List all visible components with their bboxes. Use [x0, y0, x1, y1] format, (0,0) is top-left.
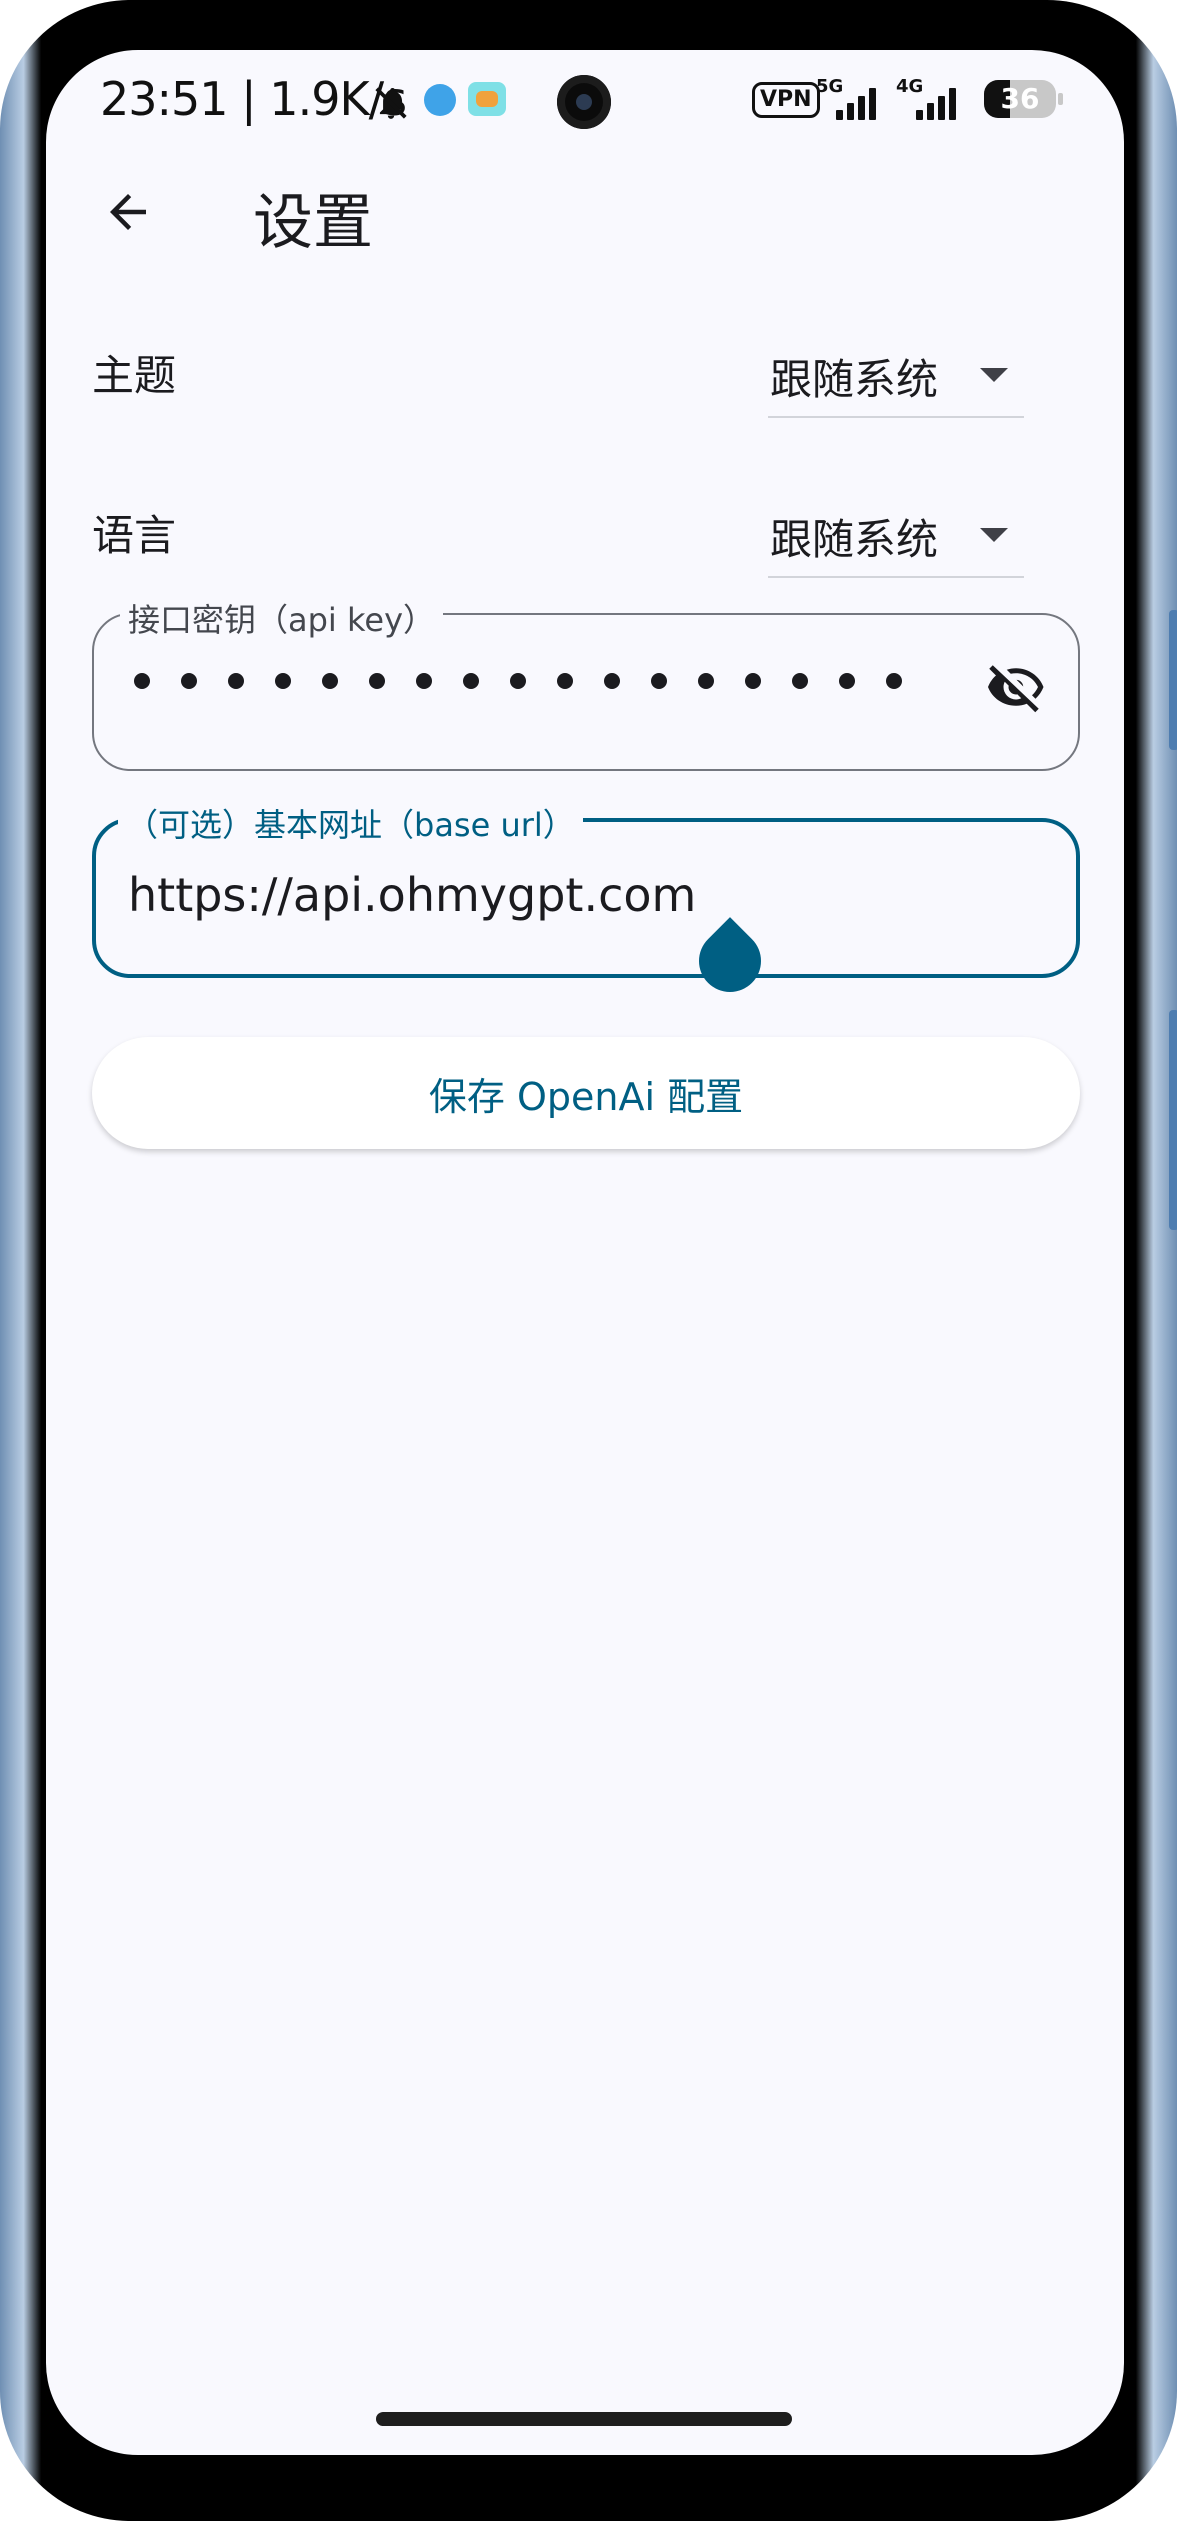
- status-time-speed: 23:51 | 1.9K/s: [100, 72, 407, 126]
- page-title: 设置: [253, 188, 373, 258]
- volume-key: [1169, 610, 1177, 750]
- api-key-masked-value: [134, 673, 902, 689]
- api-key-field-label: 接口密钥（api key）: [120, 595, 444, 641]
- bell-off-icon: [375, 87, 407, 119]
- masked-char-dot: [228, 673, 244, 689]
- signal-bars-1-icon: [836, 86, 876, 120]
- app-notification-icon: [424, 84, 456, 116]
- battery-cap: [1058, 93, 1063, 105]
- theme-label: 主题: [92, 351, 177, 400]
- theme-dropdown[interactable]: 跟随系统: [768, 330, 1024, 418]
- masked-char-dot: [557, 673, 573, 689]
- app-screen: 23:51 | 1.9K/s VPN 5G 4G 36 设置 主题 跟随系统 语…: [46, 50, 1124, 2455]
- masked-char-dot: [839, 673, 855, 689]
- battery-percent: 36: [1000, 82, 1040, 115]
- back-button[interactable]: [96, 180, 160, 244]
- masked-char-dot: [416, 673, 432, 689]
- language-dropdown[interactable]: 跟随系统: [768, 490, 1024, 578]
- home-indicator[interactable]: [376, 2412, 792, 2426]
- text-cursor-handle[interactable]: [686, 917, 774, 1005]
- dropdown-arrow-icon: [980, 368, 1008, 382]
- masked-char-dot: [698, 673, 714, 689]
- masked-char-dot: [792, 673, 808, 689]
- arrow-back-icon: [110, 194, 146, 230]
- signal-bars-2-icon: [916, 86, 956, 120]
- masked-char-dot: [651, 673, 667, 689]
- theme-dropdown-value: 跟随系统: [770, 355, 939, 404]
- masked-char-dot: [745, 673, 761, 689]
- dropdown-arrow-icon: [980, 528, 1008, 542]
- masked-char-dot: [322, 673, 338, 689]
- masked-char-dot: [134, 673, 150, 689]
- masked-char-dot: [463, 673, 479, 689]
- masked-char-dot: [275, 673, 291, 689]
- vpn-badge: VPN: [752, 82, 820, 118]
- base-url-field[interactable]: （可选）基本网址（base url） https://api.ohmygpt.c…: [92, 800, 1080, 1005]
- eye-off-icon[interactable]: [982, 657, 1050, 717]
- api-key-field[interactable]: 接口密钥（api key）: [92, 595, 1080, 771]
- base-url-field-label: （可选）基本网址（base url）: [118, 800, 583, 846]
- masked-char-dot: [369, 673, 385, 689]
- status-bar: 23:51 | 1.9K/s VPN 5G 4G 36: [46, 50, 1124, 160]
- front-camera: [557, 75, 611, 129]
- masked-char-dot: [886, 673, 902, 689]
- base-url-input-value[interactable]: https://api.ohmygpt.com: [128, 868, 696, 922]
- masked-char-dot: [604, 673, 620, 689]
- language-dropdown-value: 跟随系统: [770, 515, 939, 564]
- cat-app-notification-icon: [468, 82, 506, 116]
- phone-frame: 23:51 | 1.9K/s VPN 5G 4G 36 设置 主题 跟随系统 语…: [0, 0, 1177, 2521]
- power-key: [1169, 1010, 1177, 1230]
- masked-char-dot: [181, 673, 197, 689]
- save-button-label: 保存 OpenAi 配置: [428, 1074, 744, 1119]
- language-label: 语言: [92, 511, 177, 560]
- save-openai-config-button[interactable]: 保存 OpenAi 配置: [92, 1037, 1080, 1149]
- masked-char-dot: [510, 673, 526, 689]
- battery-icon: 36: [984, 80, 1056, 118]
